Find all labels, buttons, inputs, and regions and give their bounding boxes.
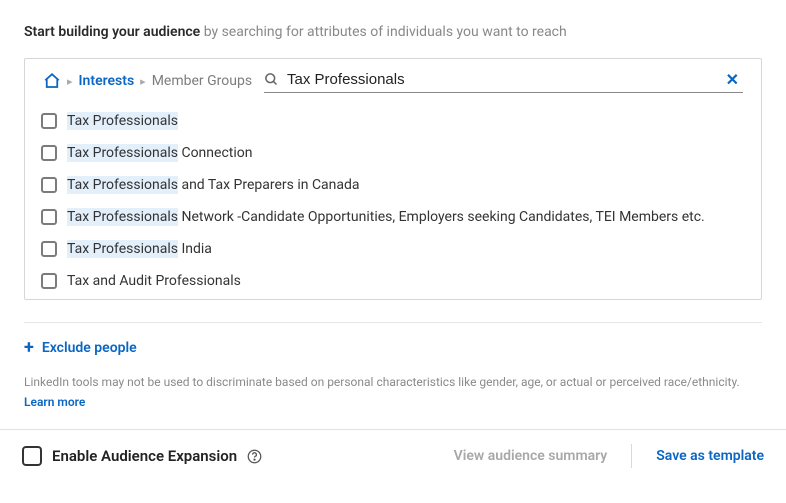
help-icon[interactable]: [247, 449, 262, 464]
result-label: Tax and Audit Professionals: [67, 273, 241, 289]
exclude-people-button[interactable]: + Exclude people: [24, 339, 762, 357]
learn-more-link[interactable]: Learn more: [24, 393, 762, 411]
result-row[interactable]: Tax Professionals India: [31, 233, 761, 265]
breadcrumb-level1[interactable]: Interests: [79, 73, 135, 89]
save-template-button[interactable]: Save as template: [656, 448, 764, 464]
breadcrumb: ▸ Interests ▸ Member Groups ✕: [25, 59, 761, 101]
result-label: Tax Professionals Connection: [67, 145, 252, 161]
search-panel: ▸ Interests ▸ Member Groups ✕ Tax Profes…: [24, 58, 762, 300]
home-icon[interactable]: [43, 72, 61, 90]
result-row[interactable]: Tax Professionals: [31, 105, 761, 137]
result-label: Tax Professionals India: [67, 241, 212, 257]
search-icon: [264, 72, 279, 87]
result-label: Tax Professionals and Tax Preparers in C…: [67, 177, 360, 193]
result-row[interactable]: Tax Professionals and Tax Preparers in C…: [31, 169, 761, 201]
disclaimer: LinkedIn tools may not be used to discri…: [24, 373, 762, 411]
heading-bold: Start building your audience: [24, 24, 200, 40]
result-row[interactable]: Tax Professionals Network -Candidate Opp…: [31, 201, 761, 233]
enable-expansion-label: Enable Audience Expansion: [52, 447, 237, 465]
heading: Start building your audience by searchin…: [24, 24, 762, 40]
result-checkbox[interactable]: [41, 209, 57, 225]
clear-icon[interactable]: ✕: [722, 72, 743, 88]
disclaimer-text: LinkedIn tools may not be used to discri…: [24, 375, 740, 389]
result-checkbox[interactable]: [41, 145, 57, 161]
result-label: Tax Professionals: [67, 113, 178, 129]
plus-icon: +: [24, 339, 34, 357]
breadcrumb-level2[interactable]: Member Groups: [152, 73, 252, 89]
result-checkbox[interactable]: [41, 113, 57, 129]
enable-expansion-checkbox[interactable]: [22, 446, 42, 466]
results-wrap: Tax Professionals Tax Professionals Conne…: [25, 101, 761, 299]
divider: [24, 322, 762, 323]
view-summary-button: View audience summary: [454, 448, 608, 464]
separator: [631, 444, 632, 468]
search-group: ✕: [264, 69, 743, 93]
result-label: Tax Professionals Network -Candidate Opp…: [67, 209, 705, 225]
chevron-icon: ▸: [140, 75, 146, 88]
result-row[interactable]: Tax Professionals Connection: [31, 137, 761, 169]
exclude-label: Exclude people: [42, 340, 137, 356]
result-checkbox[interactable]: [41, 177, 57, 193]
heading-rest: by searching for attributes of individua…: [200, 24, 567, 40]
chevron-icon: ▸: [67, 75, 73, 88]
result-checkbox[interactable]: [41, 273, 57, 289]
results-list[interactable]: Tax Professionals Tax Professionals Conne…: [25, 101, 761, 299]
footer-bar: Enable Audience Expansion View audience …: [0, 429, 786, 482]
result-checkbox[interactable]: [41, 241, 57, 257]
result-row[interactable]: Tax and Audit Professionals: [31, 265, 761, 297]
search-input[interactable]: [279, 69, 722, 90]
